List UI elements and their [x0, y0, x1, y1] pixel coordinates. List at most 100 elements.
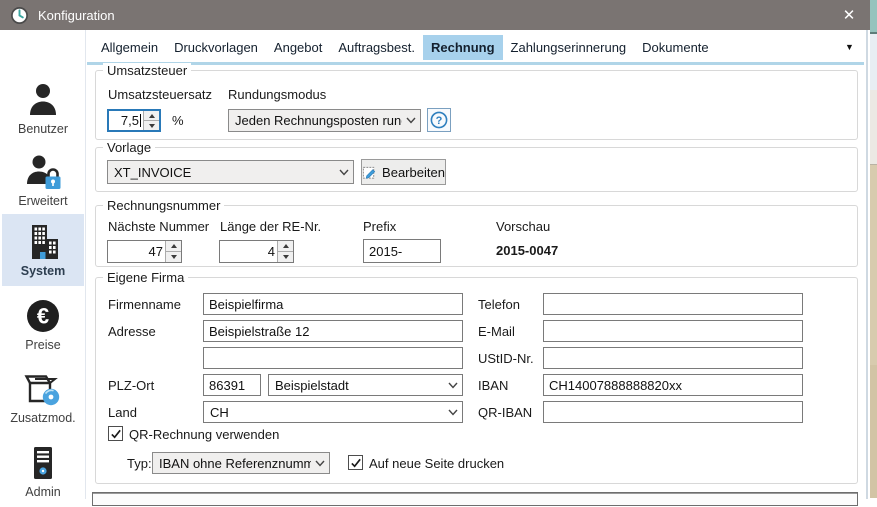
new-page-checkbox-label: Auf neue Seite drucken: [369, 456, 504, 471]
city-value: Beispielstadt: [275, 378, 444, 393]
vat-rate-label: Umsatzsteuersatz: [108, 87, 212, 102]
group-legend: Rechnungsnummer: [103, 198, 224, 213]
qr-invoice-checkbox-label: QR-Rechnung verwenden: [129, 427, 279, 442]
svg-text:?: ?: [436, 115, 443, 127]
new-page-checkbox[interactable]: [348, 455, 363, 470]
qriban-label: QR-IBAN: [478, 405, 532, 420]
user-lock-icon: [24, 153, 62, 191]
sidebar-item-label: Erweitert: [18, 194, 67, 208]
phone-input[interactable]: [543, 293, 803, 315]
window-right-border: [866, 30, 868, 499]
vatid-label: UStID-Nr.: [478, 351, 534, 366]
close-icon[interactable]: ✕: [836, 6, 862, 24]
qr-type-value: IBAN ohne Referenznummer: [159, 456, 311, 471]
next-number-label: Nächste Nummer: [108, 219, 209, 234]
group-umsatzsteuer: Umsatzsteuer Umsatzsteuersatz 7,5 % Rund…: [95, 70, 858, 140]
group-legend: Umsatzsteuer: [103, 63, 191, 78]
desktop-background-strip: [870, 0, 877, 499]
country-value: CH: [210, 405, 444, 420]
help-button[interactable]: ?: [427, 108, 451, 132]
zip-input[interactable]: [203, 374, 261, 396]
window-title: Konfiguration: [38, 8, 115, 23]
percent-label: %: [172, 113, 184, 128]
email-input[interactable]: [543, 320, 803, 342]
rounding-mode-label: Rundungsmodus: [228, 87, 326, 102]
vatid-input[interactable]: [543, 347, 803, 369]
spin-up-icon[interactable]: [166, 241, 181, 251]
vat-rate-value: 7,5: [109, 113, 143, 128]
window-titlebar: Konfiguration ✕: [0, 0, 870, 30]
next-number-spinner[interactable]: 47: [107, 240, 182, 263]
server-icon: [24, 444, 62, 482]
sidebar-item-label: Benutzer: [18, 122, 68, 136]
euro-icon: €: [24, 297, 62, 335]
city-select[interactable]: Beispielstadt: [268, 374, 463, 396]
number-length-label: Länge der RE-Nr.: [220, 219, 321, 234]
sidebar: Benutzer Erweitert: [0, 30, 86, 499]
user-icon: [25, 81, 61, 119]
rounding-mode-select[interactable]: Jeden Rechnungsposten runden: [228, 109, 421, 132]
qr-type-select[interactable]: IBAN ohne Referenznummer: [152, 452, 330, 474]
spin-up-icon[interactable]: [144, 111, 159, 120]
chevron-down-icon: [339, 169, 349, 176]
tab-auftragsbest[interactable]: Auftragsbest.: [330, 35, 423, 60]
tab-rechnung[interactable]: Rechnung: [423, 35, 503, 60]
sidebar-item-zusatzmod[interactable]: Zusatzmod.: [2, 361, 84, 433]
phone-label: Telefon: [478, 297, 520, 312]
sidebar-item-label: Preise: [25, 338, 60, 352]
sidebar-item-erweitert[interactable]: Erweitert: [2, 144, 84, 216]
template-value: XT_INVOICE: [114, 165, 335, 180]
spin-down-icon[interactable]: [144, 120, 159, 130]
company-name-input[interactable]: [203, 293, 463, 315]
address2-input[interactable]: [203, 347, 463, 369]
spin-down-icon[interactable]: [166, 251, 181, 262]
sidebar-item-label: System: [21, 264, 65, 278]
tab-bar: Allgemein Druckvorlagen Angebot Auftrags…: [86, 33, 717, 62]
sidebar-item-preise[interactable]: € Preise: [2, 288, 84, 360]
tab-allgemein[interactable]: Allgemein: [93, 35, 166, 60]
tab-angebot[interactable]: Angebot: [266, 35, 330, 60]
zip-city-label: PLZ-Ort: [108, 378, 154, 393]
address-label: Adresse: [108, 324, 156, 339]
address-input[interactable]: [203, 320, 463, 342]
tab-druckvorlagen[interactable]: Druckvorlagen: [166, 35, 266, 60]
country-label: Land: [108, 405, 137, 420]
country-select[interactable]: CH: [203, 401, 463, 423]
type-label: Typ:: [127, 456, 152, 471]
tab-zahlungserinnerung[interactable]: Zahlungserinnerung: [503, 35, 635, 60]
prefix-input[interactable]: [363, 239, 441, 263]
company-name-label: Firmenname: [108, 297, 181, 312]
preview-label: Vorschau: [496, 219, 550, 234]
group-vorlage: Vorlage XT_INVOICE Bearbeiten: [95, 147, 858, 192]
number-length-value: 4: [220, 244, 277, 259]
sidebar-item-benutzer[interactable]: Benutzer: [2, 72, 84, 144]
spin-buttons: [143, 111, 159, 130]
template-select[interactable]: XT_INVOICE: [107, 160, 354, 184]
email-label: E-Mail: [478, 324, 515, 339]
rounding-mode-value: Jeden Rechnungsposten runden: [235, 113, 402, 128]
spin-down-icon[interactable]: [278, 251, 293, 262]
sidebar-item-admin[interactable]: Admin: [2, 435, 84, 507]
edit-pencil-icon: [362, 165, 377, 180]
iban-input[interactable]: [543, 374, 803, 396]
tab-overflow-chevron-down-icon[interactable]: ▼: [845, 42, 859, 52]
tab-dokumente[interactable]: Dokumente: [634, 35, 716, 60]
iban-label: IBAN: [478, 378, 508, 393]
checkmark-icon: [350, 457, 362, 469]
qr-invoice-checkbox[interactable]: [108, 426, 123, 441]
preview-value: 2015-0047: [496, 243, 558, 258]
sidebar-item-system[interactable]: System: [2, 214, 84, 286]
group-rechnungsnummer: Rechnungsnummer Nächste Nummer 47 Länge …: [95, 205, 858, 267]
building-icon: [24, 223, 62, 261]
edit-template-button[interactable]: Bearbeiten: [361, 159, 446, 185]
spin-buttons: [277, 241, 293, 262]
group-legend: Eigene Firma: [103, 270, 188, 285]
edit-button-label: Bearbeiten: [382, 165, 445, 180]
spin-up-icon[interactable]: [278, 241, 293, 251]
sidebar-item-label: Admin: [25, 485, 60, 499]
chevron-down-icon: [315, 460, 325, 467]
number-length-spinner[interactable]: 4: [219, 240, 294, 263]
vat-rate-spinner[interactable]: 7,5: [107, 109, 161, 132]
qriban-input[interactable]: [543, 401, 803, 423]
svg-text:€: €: [37, 303, 49, 328]
